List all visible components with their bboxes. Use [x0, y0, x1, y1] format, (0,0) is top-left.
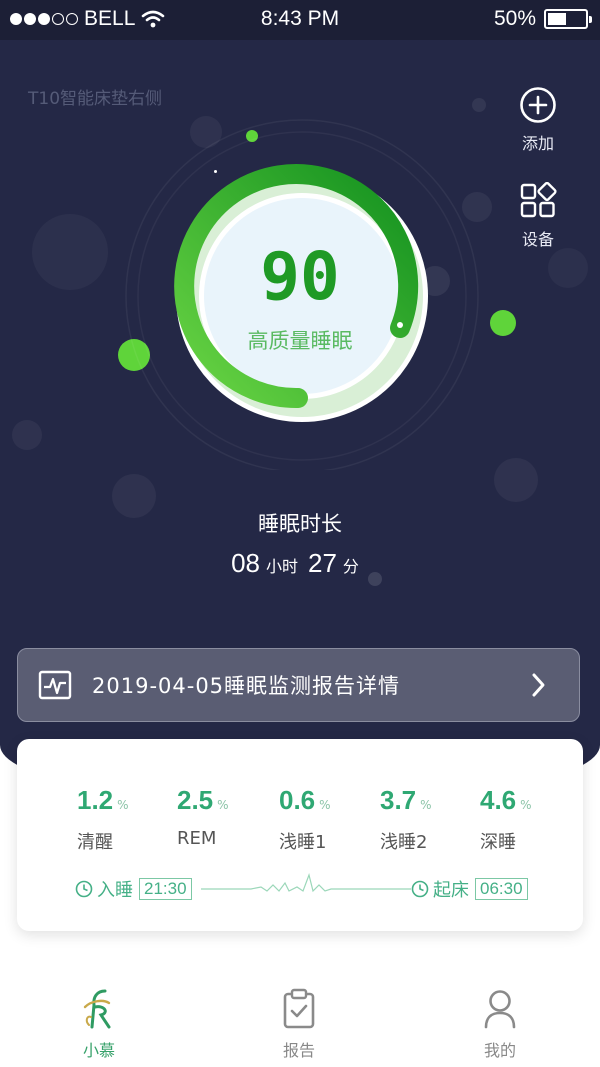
tab-profile[interactable]: 我的: [450, 987, 550, 1061]
stat-awake: 1.2% 清醒: [77, 785, 177, 854]
duration-hours-unit: 小时: [265, 557, 298, 576]
stat-light1: 0.6% 浅睡1: [279, 785, 379, 854]
battery-fill: [548, 13, 566, 25]
stat-label: 清醒: [77, 832, 113, 853]
stat-value: 2.5: [177, 785, 214, 815]
stat-unit: %: [420, 798, 432, 812]
stat-deep: 4.6% 深睡: [480, 785, 580, 854]
tab-report[interactable]: 报告: [249, 987, 349, 1061]
wake-label: 起床: [433, 880, 469, 901]
report-detail-button[interactable]: 2019-04-05睡眠监测报告详情: [17, 648, 580, 722]
sleep-duration-title: 睡眠时长: [258, 512, 342, 536]
stat-unit: %: [520, 798, 532, 812]
add-button[interactable]: 添加: [503, 86, 573, 154]
tab-home[interactable]: 小慕: [49, 987, 149, 1061]
status-bar: BELL 8:43 PM 50%: [0, 0, 600, 40]
stat-value: 4.6: [480, 785, 517, 815]
stat-value: 3.7: [380, 785, 417, 815]
sleep-start-label: 入睡: [97, 880, 133, 901]
clock-icon: [75, 880, 93, 898]
brand-logo-icon: [83, 989, 111, 1029]
user-icon: [484, 990, 516, 1029]
device-name: T10智能床垫右侧: [28, 89, 163, 109]
tab-report-label: 报告: [282, 1041, 315, 1060]
stat-label: 浅睡1: [279, 832, 327, 853]
report-label: 2019-04-05睡眠监测报告详情: [92, 674, 401, 698]
wake-time: 起床 06:30: [411, 876, 528, 902]
stat-value: 0.6: [279, 785, 316, 815]
duration-hours: 08: [231, 548, 260, 578]
monitor-chart-icon: [38, 670, 72, 700]
stat-light2: 3.7% 浅睡2: [380, 785, 480, 854]
decor-bubble: [12, 420, 42, 450]
stat-unit: %: [117, 798, 129, 812]
stat-unit: %: [319, 798, 331, 812]
stat-label: 浅睡2: [380, 832, 428, 853]
decor-bubble: [494, 458, 538, 502]
clipboard-icon: [283, 988, 315, 1029]
tab-home-label: 小慕: [82, 1041, 115, 1060]
stat-label: REM: [177, 828, 217, 849]
stat-value: 1.2: [77, 785, 114, 815]
grid-apps-icon: [520, 182, 557, 218]
stat-label: 深睡: [480, 832, 516, 853]
wake-time-value: 06:30: [475, 878, 528, 900]
battery-tip: [589, 16, 592, 23]
clock-icon: [411, 880, 429, 898]
battery-icon: [544, 9, 592, 29]
sleep-timeline: 入睡 21:30 起床 06:30: [17, 873, 583, 903]
add-label: 添加: [521, 134, 554, 153]
stat-unit: %: [217, 798, 229, 812]
sleep-duration-value: 08 小时 27 分: [0, 548, 600, 579]
sleep-quality-label: 高质量睡眠: [247, 329, 353, 353]
sleep-start-time: 21:30: [139, 878, 192, 900]
status-right: 50%: [493, 7, 592, 31]
tab-profile-label: 我的: [483, 1041, 516, 1060]
duration-minutes-unit: 分: [342, 557, 359, 576]
sleep-score-value: 90: [260, 238, 340, 315]
sleep-start: 入睡 21:30: [75, 876, 192, 902]
duration-minutes: 27: [308, 548, 337, 578]
battery-percent: 50%: [493, 7, 536, 30]
sleep-wave-line: [201, 873, 411, 893]
chevron-right-icon: [532, 673, 545, 697]
stat-rem: 2.5% REM: [177, 785, 277, 849]
sleep-stats-card: 1.2% 清醒 2.5% REM 0.6% 浅睡1 3.7% 浅睡2 4.6% …: [17, 739, 583, 931]
plus-circle-icon: [520, 87, 556, 123]
device-button[interactable]: 设备: [503, 182, 573, 250]
tab-bar: 小慕 报告 我的: [0, 975, 600, 1067]
